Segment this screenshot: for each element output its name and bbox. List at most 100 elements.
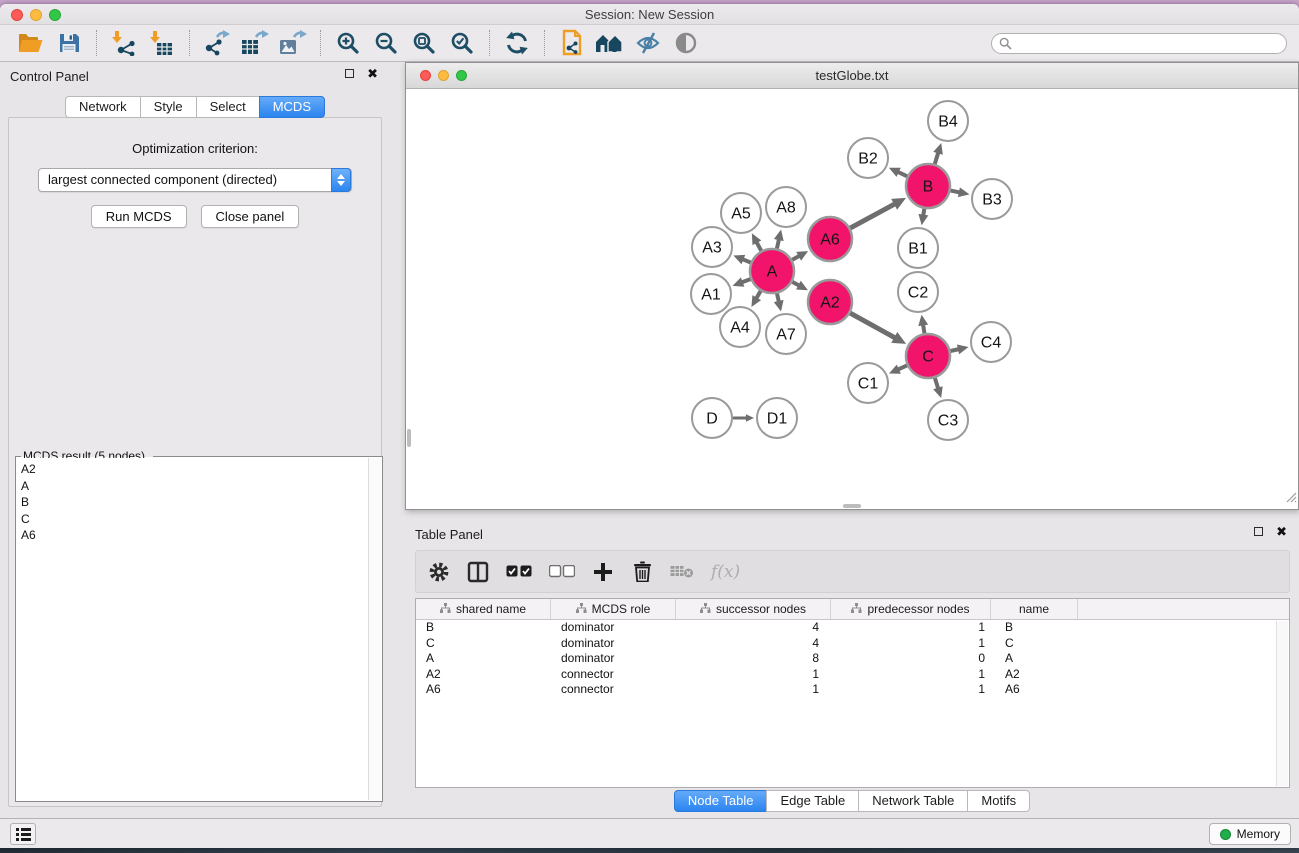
float-table-panel-icon[interactable] — [1254, 527, 1263, 536]
table-cell[interactable]: dominator — [551, 620, 676, 636]
graph-node-A8[interactable]: A8 — [766, 187, 806, 227]
graph-edge-A-A8[interactable] — [777, 239, 779, 248]
tab-network[interactable]: Network — [65, 96, 141, 118]
table-cell[interactable]: dominator — [551, 651, 676, 667]
table-row[interactable]: Adominator80A — [416, 651, 1289, 667]
zoom-out-icon[interactable] — [370, 28, 402, 58]
save-session-icon[interactable] — [53, 28, 85, 58]
tab-select[interactable]: Select — [196, 96, 260, 118]
table-cell[interactable]: connector — [551, 667, 676, 683]
tab-node-table[interactable]: Node Table — [674, 790, 768, 812]
tab-motifs[interactable]: Motifs — [967, 790, 1030, 812]
graph-node-B4[interactable]: B4 — [928, 101, 968, 141]
table-cell[interactable]: A — [416, 651, 551, 667]
zoom-selected-icon[interactable] — [446, 28, 478, 58]
import-table-icon[interactable] — [146, 28, 178, 58]
graph-edge-A6-B[interactable] — [850, 204, 895, 228]
column-header-shared-name[interactable]: shared name — [416, 599, 551, 619]
add-column-icon[interactable] — [592, 560, 614, 584]
graph-node-B1[interactable]: B1 — [898, 228, 938, 268]
table-cell[interactable]: A6 — [416, 682, 551, 698]
graph-node-A[interactable]: A — [750, 249, 794, 293]
table-row[interactable]: Bdominator41B — [416, 620, 1289, 636]
task-history-button[interactable] — [10, 823, 36, 845]
tab-network-table[interactable]: Network Table — [858, 790, 968, 812]
resize-grip-icon[interactable] — [1284, 490, 1297, 508]
graph-node-A3[interactable]: A3 — [692, 227, 732, 267]
graph-edge-A-A2[interactable] — [792, 282, 799, 286]
graph-node-D[interactable]: D — [692, 398, 732, 438]
table-cell[interactable]: 8 — [676, 651, 831, 667]
table-cell[interactable]: dominator — [551, 636, 676, 652]
close-panel-button[interactable]: Close panel — [201, 205, 300, 228]
graph-node-A5[interactable]: A5 — [721, 193, 761, 233]
export-image-icon[interactable] — [277, 28, 309, 58]
graph-node-B3[interactable]: B3 — [972, 179, 1012, 219]
graph-node-D1[interactable]: D1 — [757, 398, 797, 438]
network-canvas[interactable]: B4B2BB3A8A5A6A3B1AC2A1A2A4A7C4CC1DD1C3 — [406, 89, 1298, 509]
delete-table-icon[interactable] — [670, 560, 694, 584]
table-cell[interactable]: connector — [551, 682, 676, 698]
mcds-result-list[interactable]: A2ABCA6 — [17, 458, 368, 800]
table-cell[interactable]: 1 — [676, 682, 831, 698]
refresh-icon[interactable] — [501, 28, 533, 58]
graph-node-A4[interactable]: A4 — [720, 307, 760, 347]
graph-edge-A-A1[interactable] — [742, 279, 751, 282]
table-row[interactable]: Cdominator41C — [416, 636, 1289, 652]
zoom-fit-icon[interactable] — [408, 28, 440, 58]
column-header-name[interactable]: name — [991, 599, 1078, 619]
graph-edge-A2-C[interactable] — [850, 313, 895, 338]
table-cell[interactable]: C — [416, 636, 551, 652]
graph-edge-A-A4[interactable] — [756, 291, 760, 299]
table-cell[interactable]: A6 — [991, 682, 1078, 698]
graph-node-A1[interactable]: A1 — [691, 274, 731, 314]
table-scrollbar[interactable] — [1276, 621, 1288, 786]
first-neighbors-icon[interactable] — [594, 28, 626, 58]
table-cell[interactable]: A2 — [991, 667, 1078, 683]
deselect-all-checkboxes-icon[interactable] — [549, 560, 575, 584]
table-cell[interactable]: 1 — [831, 667, 991, 683]
column-header-predecessor-nodes[interactable]: predecessor nodes — [831, 599, 991, 619]
graph-node-A2[interactable]: A2 — [808, 280, 852, 324]
graph-edge-C-C1[interactable] — [898, 365, 907, 369]
open-file-icon[interactable] — [15, 28, 47, 58]
criterion-dropdown[interactable]: largest connected component (directed) — [38, 168, 352, 192]
bird-view-eye-icon[interactable] — [670, 28, 702, 58]
graph-edge-C-C4[interactable] — [950, 349, 959, 351]
select-all-checkboxes-icon[interactable] — [506, 560, 532, 584]
graph-edge-A-A7[interactable] — [777, 293, 779, 302]
table-cell[interactable]: 1 — [831, 620, 991, 636]
result-scrollbar[interactable] — [368, 458, 381, 800]
graph-node-A6[interactable]: A6 — [808, 217, 852, 261]
float-panel-icon[interactable] — [345, 69, 354, 78]
column-header-MCDS-role[interactable]: MCDS role — [551, 599, 676, 619]
table-cell[interactable]: 1 — [676, 667, 831, 683]
mcds-result-item[interactable]: A2 — [21, 461, 364, 478]
table-row[interactable]: A2connector11A2 — [416, 667, 1289, 683]
memory-button[interactable]: Memory — [1209, 823, 1291, 845]
table-cell[interactable]: 4 — [676, 620, 831, 636]
graph-node-B[interactable]: B — [906, 164, 950, 208]
table-cell[interactable]: A2 — [416, 667, 551, 683]
graph-node-C4[interactable]: C4 — [971, 322, 1011, 362]
canvas-horizontal-scrollbar[interactable] — [843, 504, 861, 508]
close-panel-icon[interactable]: ✖ — [367, 69, 378, 78]
graph-node-C3[interactable]: C3 — [928, 400, 968, 440]
close-table-panel-icon[interactable]: ✖ — [1276, 527, 1287, 536]
table-cell[interactable]: 1 — [831, 636, 991, 652]
mcds-result-item[interactable]: A6 — [21, 527, 364, 544]
show-hide-graphics-details-icon[interactable] — [632, 28, 664, 58]
graph-edge-B-B1[interactable] — [923, 209, 924, 216]
tab-mcds[interactable]: MCDS — [259, 96, 325, 118]
canvas-vertical-scrollbar[interactable] — [407, 429, 411, 447]
graph-edge-A-A3[interactable] — [742, 259, 750, 262]
zoom-in-icon[interactable] — [332, 28, 364, 58]
split-columns-icon[interactable] — [467, 560, 489, 584]
table-row[interactable]: A6connector11A6 — [416, 682, 1289, 698]
export-network-icon[interactable] — [201, 28, 233, 58]
mcds-result-item[interactable]: C — [21, 511, 364, 528]
graph-edge-A-A5[interactable] — [756, 242, 761, 251]
graph-edge-B-B4[interactable] — [935, 152, 939, 164]
graph-node-B2[interactable]: B2 — [848, 138, 888, 178]
graph-edge-C-C2[interactable] — [923, 324, 924, 333]
